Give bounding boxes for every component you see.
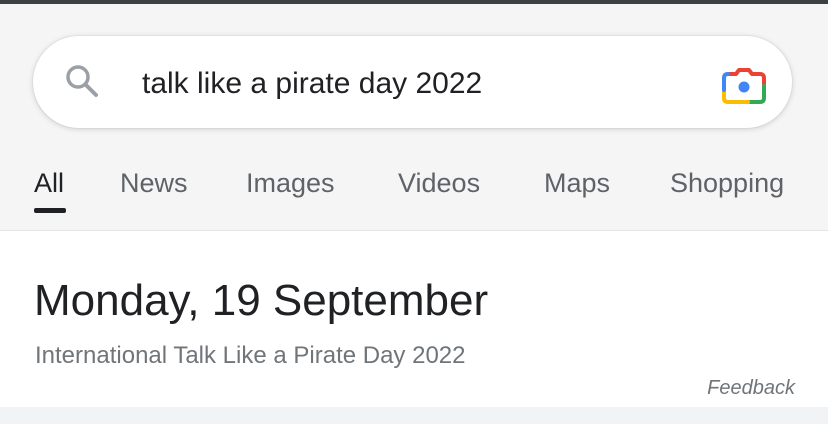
answer-card: Monday, 19 September International Talk … [0, 231, 828, 407]
tab-images[interactable]: Images [246, 166, 335, 200]
feedback-link[interactable]: Feedback [707, 375, 795, 401]
tab-videos[interactable]: Videos [398, 166, 480, 200]
tab-maps[interactable]: Maps [544, 166, 610, 200]
google-lens-icon[interactable] [720, 64, 768, 106]
search-tabs: All News Images Videos Maps Shopping [0, 146, 828, 231]
bottom-edge [0, 407, 828, 424]
tab-shopping[interactable]: Shopping [670, 166, 784, 200]
answer-date: Monday, 19 September [34, 276, 489, 325]
answer-description: International Talk Like a Pirate Day 202… [35, 342, 466, 369]
search-input[interactable]: talk like a pirate day 2022 [142, 64, 482, 104]
active-tab-indicator [34, 208, 66, 213]
tab-all[interactable]: All [34, 166, 64, 200]
tab-news[interactable]: News [120, 166, 188, 200]
search-icon[interactable] [62, 61, 102, 101]
